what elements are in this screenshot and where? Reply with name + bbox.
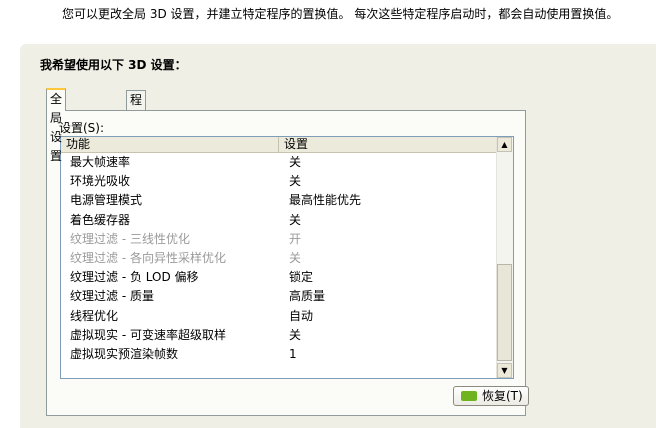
- panel-heading: 我希望使用以下 3D 设置：: [40, 58, 187, 72]
- feature-name: 纹理过滤 - 负 LOD 偏移: [70, 270, 199, 285]
- setting-value: 关: [289, 155, 302, 169]
- scrollbar-thumb[interactable]: [497, 264, 512, 361]
- tab-program-settings[interactable]: 程序设置: [126, 90, 147, 164]
- list-item[interactable]: 虚拟现实预渲染帧数 1: [61, 345, 496, 364]
- setting-value: 关: [289, 327, 302, 342]
- feature-name: 纹理过滤 - 三线性优化: [70, 231, 190, 246]
- setting-value: 高质量: [289, 289, 326, 304]
- feature-name: 最大帧速率: [70, 155, 131, 169]
- feature-name: 纹理过滤 - 各向异性采样优化: [70, 250, 226, 265]
- setting-value: 1: [289, 346, 297, 361]
- restore-button[interactable]: 恢复(T): [453, 386, 529, 406]
- setting-value: 开: [289, 231, 302, 246]
- setting-value: 锁定: [289, 270, 314, 285]
- feature-name: 虚拟现实 - 可变速率超级取样: [70, 327, 226, 342]
- column-header-feature[interactable]: 功能: [61, 137, 279, 152]
- restore-button-label: 恢复(T): [482, 389, 523, 403]
- settings-label: 设置(S):: [59, 121, 105, 135]
- settings-list[interactable]: 功能 设置 最大帧速率关环境光吸收关电源管理模式 最高性能优先 着色缓存器关纹理过滤…: [60, 136, 514, 379]
- feature-name: 电源管理模式: [70, 193, 143, 208]
- list-item[interactable]: 电源管理模式 最高性能优先: [61, 191, 496, 210]
- tab-global-settings[interactable]: 全局设置: [46, 88, 67, 163]
- list-item[interactable]: 纹理过滤 - 三线性优化 开: [61, 230, 496, 249]
- tab-content: 设置(S): 功能 设置 最大帧速率关环境光吸收关电源管理模式 最高性能优先 着色缓…: [46, 110, 529, 416]
- feature-name: 着色缓存器: [70, 212, 131, 227]
- list-item[interactable]: 环境光吸收 关: [61, 172, 496, 191]
- intro-text: 您可以更改全局 3D 设置，并建立特定程序的置换值。 每次这些特定程序启动时，都…: [62, 7, 619, 21]
- list-item[interactable]: 着色缓存器 关: [61, 211, 496, 230]
- list-item[interactable]: 最大帧速率 关: [61, 153, 496, 172]
- feature-name: 环境光吸收: [70, 174, 131, 189]
- feature-name: 线程优化: [70, 308, 119, 323]
- list-rows: 最大帧速率关环境光吸收关电源管理模式 最高性能优先 着色缓存器关纹理过滤 - 三线性…: [61, 153, 496, 364]
- settings-panel: 我希望使用以下 3D 设置： 全局设置 程序设置 设置(S): 功能 设置 最大…: [20, 44, 656, 428]
- scroll-down-arrow-icon[interactable]: ▼: [497, 363, 512, 378]
- feature-name: 纹理过滤 - 质量: [70, 289, 154, 304]
- nvidia-logo-icon: [461, 391, 477, 401]
- setting-value: 最高性能优先: [289, 193, 362, 208]
- feature-name: 虚拟现实预渲染帧数: [70, 346, 179, 361]
- scroll-up-arrow-icon[interactable]: ▲: [497, 137, 512, 152]
- setting-value: 自动: [289, 308, 314, 323]
- column-header-setting[interactable]: 设置: [279, 137, 496, 152]
- list-item[interactable]: 纹理过滤 - 各向异性采样优化 关: [61, 249, 496, 268]
- vertical-scrollbar[interactable]: ▲ ▼: [496, 137, 513, 378]
- list-item[interactable]: 线程优化 自动: [61, 307, 496, 326]
- list-item[interactable]: 虚拟现实 - 可变速率超级取样 关: [61, 326, 496, 345]
- setting-value: 关: [289, 250, 302, 265]
- setting-value: 关: [289, 212, 302, 227]
- setting-value: 关: [289, 174, 302, 189]
- list-item[interactable]: 纹理过滤 - 质量 高质量: [61, 287, 496, 306]
- list-header: 功能 设置: [61, 137, 496, 153]
- list-item[interactable]: 纹理过滤 - 负 LOD 偏移 锁定: [61, 268, 496, 287]
